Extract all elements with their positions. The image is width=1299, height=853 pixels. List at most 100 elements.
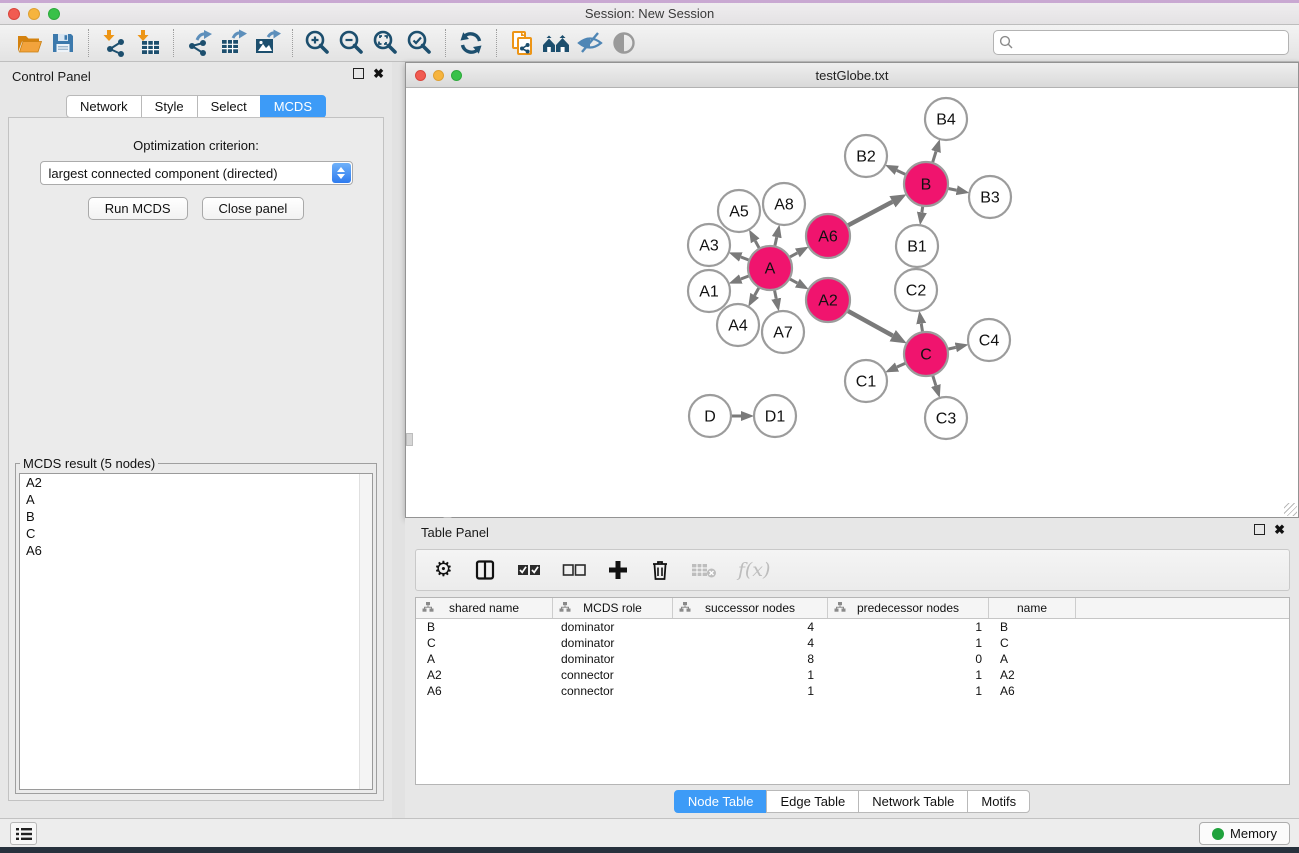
- zoom-fit-button[interactable]: [369, 28, 403, 58]
- graph-edge-A2-C[interactable]: [847, 311, 892, 336]
- column-header-successor-nodes[interactable]: successor nodes: [673, 598, 828, 618]
- columns-icon: [474, 559, 496, 581]
- result-list-item[interactable]: A2: [20, 474, 372, 491]
- table-row[interactable]: Adominator80A: [416, 651, 1289, 667]
- mcds-result-group: MCDS result (5 nodes) A2ABCA6: [15, 456, 377, 794]
- graph-edge-B-B4[interactable]: [932, 151, 936, 162]
- graph-edge-A-A4[interactable]: [755, 287, 760, 295]
- graph-edge-A-A6[interactable]: [789, 253, 797, 257]
- tab-edge-table[interactable]: Edge Table: [766, 790, 859, 813]
- zoom-selected-button[interactable]: [403, 28, 437, 58]
- result-list-item[interactable]: A: [20, 491, 372, 508]
- export-image-button[interactable]: [250, 28, 284, 58]
- table-cell: 1: [673, 684, 828, 698]
- graph-edge-B-B2[interactable]: [897, 170, 906, 174]
- graph-edge-C-C2[interactable]: [921, 324, 922, 333]
- table-settings-button[interactable]: ⚙: [434, 557, 453, 583]
- zoom-in-button[interactable]: [301, 28, 335, 58]
- table-cell: 4: [673, 636, 828, 650]
- result-list-item[interactable]: A6: [20, 542, 372, 559]
- result-list-scrollbar[interactable]: [359, 474, 372, 789]
- table-row[interactable]: Cdominator41C: [416, 635, 1289, 651]
- open-session-button[interactable]: [12, 28, 46, 58]
- graph-edge-A-A2[interactable]: [789, 279, 797, 283]
- tab-network-table[interactable]: Network Table: [858, 790, 968, 813]
- memory-button[interactable]: Memory: [1199, 822, 1290, 845]
- table-row[interactable]: Bdominator41B: [416, 619, 1289, 635]
- table-row[interactable]: A2connector11A2: [416, 667, 1289, 683]
- mcds-panel: Optimization criterion: largest connecte…: [8, 117, 384, 801]
- close-panel-icon[interactable]: ✖: [373, 68, 384, 79]
- tab-network[interactable]: Network: [66, 95, 142, 118]
- function-builder-button[interactable]: f(x): [738, 557, 771, 583]
- tab-motifs[interactable]: Motifs: [967, 790, 1030, 813]
- float-table-panel-icon[interactable]: [1254, 524, 1265, 535]
- toolbar-separator: [292, 29, 293, 57]
- delete-columns-button[interactable]: [650, 557, 670, 583]
- show-graphics-details-button[interactable]: [607, 28, 641, 58]
- control-panel-tabs: NetworkStyleSelectMCDS: [0, 95, 392, 118]
- network-window-titlebar[interactable]: testGlobe.txt: [406, 63, 1298, 88]
- unselect-all-columns-button[interactable]: [562, 557, 586, 583]
- graph-node-label: A8: [774, 197, 794, 214]
- graph-edge-C-C3[interactable]: [933, 375, 936, 386]
- apply-layout-button[interactable]: [454, 28, 488, 58]
- tab-style[interactable]: Style: [141, 95, 198, 118]
- float-panel-icon[interactable]: [353, 68, 364, 79]
- column-header-predecessor-nodes[interactable]: predecessor nodes: [828, 598, 989, 618]
- import-network-button[interactable]: [97, 28, 131, 58]
- tab-mcds[interactable]: MCDS: [260, 95, 326, 118]
- graph-node-label: C1: [856, 374, 877, 391]
- table-cell: A: [989, 652, 1076, 666]
- hide-graphics-details-button[interactable]: [573, 28, 607, 58]
- graph-edge-A-A3[interactable]: [741, 257, 750, 260]
- close-table-panel-icon[interactable]: ✖: [1274, 524, 1285, 535]
- result-list-item[interactable]: B: [20, 508, 372, 525]
- table-cell: C: [416, 636, 553, 650]
- table-panel-header: Table Panel ✖: [409, 518, 1299, 546]
- list-icon: [16, 827, 32, 841]
- graph-node-label: A1: [699, 284, 719, 301]
- column-header-name[interactable]: name: [989, 598, 1076, 618]
- table-cell: A6: [989, 684, 1076, 698]
- graph-edge-A-A8[interactable]: [775, 237, 777, 246]
- show-columns-button[interactable]: [474, 557, 496, 583]
- search-input[interactable]: [993, 30, 1289, 55]
- create-column-button[interactable]: [607, 557, 629, 583]
- graph-node-label: C2: [906, 283, 927, 300]
- canvas-left-scrollbar-thumb[interactable]: [406, 433, 413, 446]
- export-table-button[interactable]: [216, 28, 250, 58]
- graph-node-label: B3: [980, 190, 1000, 207]
- close-panel-button[interactable]: Close panel: [202, 197, 305, 220]
- run-mcds-button[interactable]: Run MCDS: [88, 197, 188, 220]
- column-header-MCDS-role[interactable]: MCDS role: [553, 598, 673, 618]
- column-header-shared-name[interactable]: shared name: [416, 598, 553, 618]
- home-pages-button[interactable]: [539, 28, 573, 58]
- houses-icon: [541, 29, 571, 57]
- graph-edge-C-C4[interactable]: [947, 347, 955, 349]
- optimization-criterion-select[interactable]: largest connected component (directed): [40, 161, 353, 185]
- export-network-icon: [185, 29, 213, 57]
- graph-edge-B-B3[interactable]: [948, 188, 957, 190]
- table-row[interactable]: A6connector11A6: [416, 683, 1289, 699]
- delete-table-button[interactable]: [691, 557, 717, 583]
- graph-edge-A6-B[interactable]: [847, 202, 892, 226]
- tab-select[interactable]: Select: [197, 95, 261, 118]
- zoom-out-button[interactable]: [335, 28, 369, 58]
- network-from-file-button[interactable]: [505, 28, 539, 58]
- export-network-button[interactable]: [182, 28, 216, 58]
- graph-edge-A-A5[interactable]: [755, 241, 759, 249]
- graph-edge-A-A7[interactable]: [774, 290, 776, 299]
- result-list-item[interactable]: C: [20, 525, 372, 542]
- save-session-button[interactable]: [46, 28, 80, 58]
- tab-node-table[interactable]: Node Table: [674, 790, 768, 813]
- task-history-button[interactable]: [10, 822, 37, 845]
- import-table-button[interactable]: [131, 28, 165, 58]
- network-canvas[interactable]: B4B2BB3A8A5A6A3B1AC2A1A2A4A7C4CC1C3DD1: [406, 88, 1298, 517]
- window-resize-grip[interactable]: [1284, 503, 1297, 516]
- fx-icon: f(x): [738, 559, 771, 581]
- graph-edge-C-C1[interactable]: [897, 363, 906, 367]
- select-all-columns-button[interactable]: [517, 557, 541, 583]
- select-stepper-icon: [332, 163, 351, 183]
- graph-edge-A-A1[interactable]: [741, 276, 750, 279]
